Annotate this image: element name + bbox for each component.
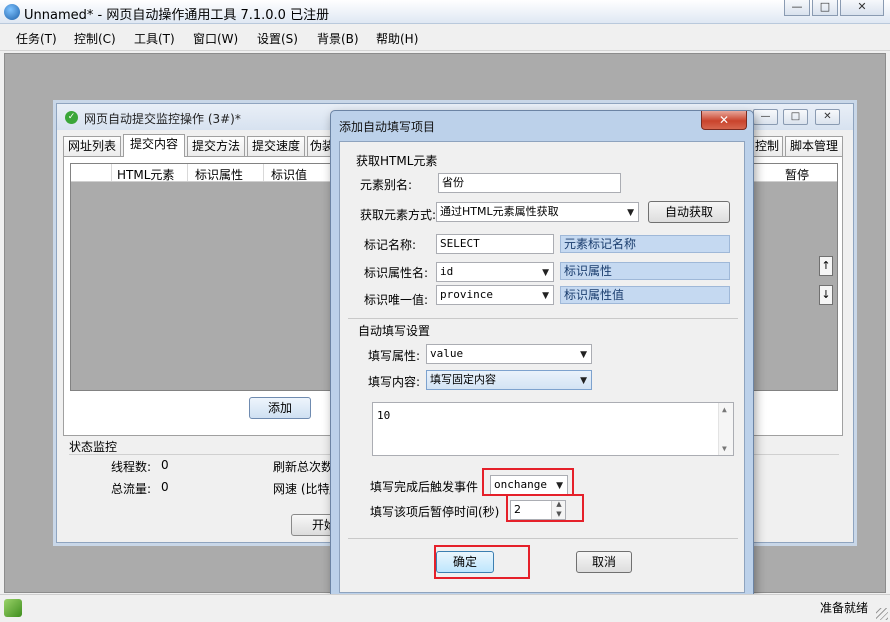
maximize-button[interactable]: □ <box>812 0 838 16</box>
fill-content-value: 填写固定内容 <box>430 373 496 386</box>
minimize-button[interactable]: — <box>784 0 810 16</box>
col-html-element[interactable]: HTML元素 <box>117 166 174 183</box>
dropdown-arrow-icon: ▼ <box>580 376 587 386</box>
menu-settings[interactable]: 设置(S) <box>257 30 298 47</box>
status-ready-text: 准备就绪 <box>819 601 868 615</box>
tab-submit-content[interactable]: 提交内容 <box>123 134 185 157</box>
child-close-button[interactable]: ✕ <box>815 109 840 125</box>
dialog-body: 获取HTML元素 元素别名: 省份 获取元素方式: 通过HTML元素属性获取 ▼… <box>339 141 745 593</box>
tab-script-manager[interactable]: 脚本管理 <box>785 136 843 156</box>
net-speed-label: 网速 (比特/ <box>273 482 334 496</box>
event-label: 填写完成后触发事件 <box>370 480 479 494</box>
add-autofill-dialog: 添加自动填写项目 ✕ 获取HTML元素 元素别名: 省份 获取元素方式: 通过H… <box>330 110 754 600</box>
traffic-value: 0 <box>161 480 169 494</box>
menu-window[interactable]: 窗口(W) <box>193 30 238 47</box>
content-text: 10 <box>377 409 391 422</box>
unique-value-select[interactable]: province ▼ <box>436 285 554 305</box>
header-separator <box>187 164 188 181</box>
status-title: 状态监控 <box>69 440 118 454</box>
child-title: 网页自动提交监控操作 (3#)* <box>84 112 241 126</box>
menu-tools[interactable]: 工具(T) <box>134 30 175 47</box>
highlight-box <box>434 545 530 579</box>
unique-value-hint: 标识属性值 <box>560 286 730 304</box>
header-separator <box>111 164 112 181</box>
dialog-title: 添加自动填写项目 <box>339 120 436 134</box>
tab-submit-speed[interactable]: 提交速度 <box>247 136 305 156</box>
col-pause[interactable]: 暂停 <box>785 166 809 183</box>
group-divider <box>348 318 738 319</box>
cancel-button[interactable]: 取消 <box>576 551 632 573</box>
textarea-scrollbar[interactable]: ▲ ▼ <box>718 403 733 455</box>
group-autofill-settings: 自动填写设置 <box>358 324 431 338</box>
add-button[interactable]: 添加 <box>249 397 311 419</box>
tag-name-label: 标记名称: <box>364 238 417 252</box>
child-maximize-button[interactable]: □ <box>783 109 808 125</box>
alias-input[interactable]: 省份 <box>438 173 621 193</box>
pause-label: 填写该项后暂停时间(秒) <box>370 505 500 519</box>
refresh-count-label: 刷新总次数 <box>273 460 334 474</box>
header-separator <box>263 164 264 181</box>
move-up-arrow-icon[interactable]: ↑ <box>819 256 833 276</box>
move-down-arrow-icon[interactable]: ↓ <box>819 285 833 305</box>
attr-name-label: 标识属性名: <box>364 266 429 280</box>
highlight-box <box>482 468 574 496</box>
content-textarea[interactable]: 10 ▲ ▼ <box>372 402 734 456</box>
fill-content-label: 填写内容: <box>368 375 421 389</box>
fill-attr-select[interactable]: value ▼ <box>426 344 592 364</box>
group-get-html-element: 获取HTML元素 <box>356 154 438 168</box>
auto-get-button[interactable]: 自动获取 <box>648 201 730 223</box>
threads-value: 0 <box>161 458 169 472</box>
dropdown-arrow-icon: ▼ <box>542 291 549 301</box>
fill-attr-value: value <box>430 347 464 360</box>
traffic-label: 总流量: <box>111 482 152 496</box>
unique-value-label: 标识唯一值: <box>364 293 429 307</box>
unique-value-value: province <box>440 288 493 301</box>
resize-grip-icon[interactable] <box>876 608 888 620</box>
highlight-box <box>506 494 584 522</box>
scroll-down-icon[interactable]: ▼ <box>722 444 727 453</box>
fill-attr-label: 填写属性: <box>368 349 421 363</box>
method-value: 通过HTML元素属性获取 <box>440 205 559 218</box>
col-id-attr[interactable]: 标识属性 <box>195 166 243 183</box>
child-minimize-button[interactable]: — <box>753 109 778 125</box>
attr-name-select[interactable]: id ▼ <box>436 262 554 282</box>
tag-name-input[interactable]: SELECT <box>436 234 554 254</box>
statusbar: 准备就绪 <box>0 594 890 622</box>
attr-name-value: id <box>440 265 454 278</box>
app-title: Unnamed* - 网页自动操作通用工具 7.1.0.0 已注册 <box>24 8 330 23</box>
menu-control[interactable]: 控制(C) <box>74 30 116 47</box>
attr-name-hint: 标识属性 <box>560 262 730 280</box>
dropdown-arrow-icon: ▼ <box>542 268 549 278</box>
menu-help[interactable]: 帮助(H) <box>376 30 418 47</box>
threads-label: 线程数: <box>111 460 152 474</box>
dropdown-arrow-icon: ▼ <box>627 208 634 218</box>
menubar: 任务(T) 控制(C) 工具(T) 窗口(W) 设置(S) 背景(B) 帮助(H… <box>0 25 890 51</box>
fill-content-select[interactable]: 填写固定内容 ▼ <box>426 370 592 390</box>
tab-control[interactable]: 控制 <box>751 136 783 156</box>
group-divider <box>348 538 738 539</box>
method-label: 获取元素方式: <box>360 208 437 222</box>
alias-label: 元素别名: <box>360 178 413 192</box>
method-select[interactable]: 通过HTML元素属性获取 ▼ <box>436 202 639 222</box>
col-id-value[interactable]: 标识值 <box>271 166 307 183</box>
app-titlebar: Unnamed* - 网页自动操作通用工具 7.1.0.0 已注册 — □ ✕ <box>0 0 890 24</box>
check-icon: ✓ <box>65 111 78 124</box>
tab-url-list[interactable]: 网址列表 <box>63 136 121 156</box>
app-globe-icon <box>4 4 20 20</box>
scroll-up-icon[interactable]: ▲ <box>722 405 727 414</box>
dropdown-arrow-icon: ▼ <box>580 350 587 360</box>
menu-task[interactable]: 任务(T) <box>16 30 57 47</box>
tag-name-hint: 元素标记名称 <box>560 235 730 253</box>
status-icon <box>4 599 22 617</box>
menu-background[interactable]: 背景(B) <box>317 30 359 47</box>
close-button[interactable]: ✕ <box>840 0 884 16</box>
dialog-close-button[interactable]: ✕ <box>701 111 747 130</box>
tab-submit-method[interactable]: 提交方法 <box>187 136 245 156</box>
